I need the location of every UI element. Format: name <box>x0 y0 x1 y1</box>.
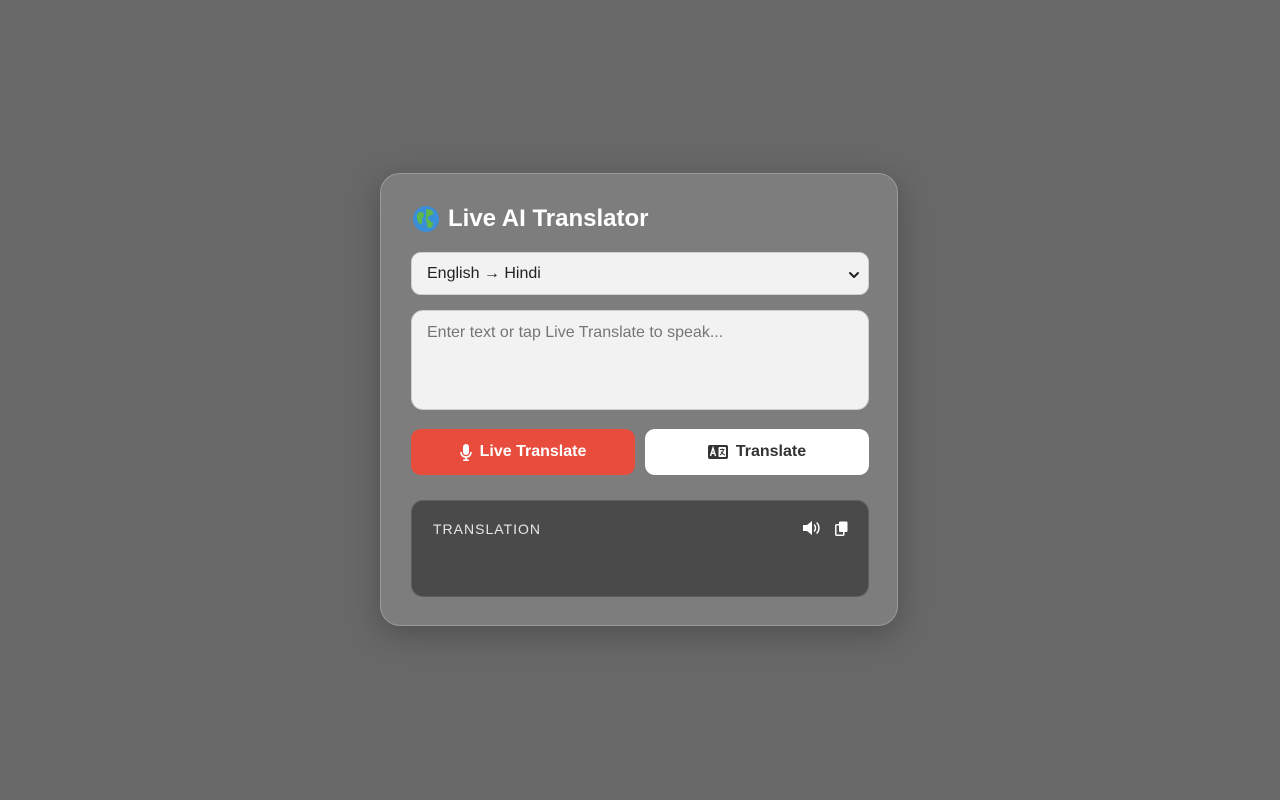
translate-button[interactable]: Translate <box>645 429 869 475</box>
text-input[interactable] <box>411 310 869 410</box>
language-select-value: English → Hindi <box>427 264 541 282</box>
translation-panel: TRANSLATION <box>411 500 869 597</box>
language-select[interactable]: English → Hindi <box>411 252 869 295</box>
translate-label: Translate <box>735 443 807 460</box>
live-translate-button[interactable]: Live Translate <box>411 429 635 475</box>
app-header: Live AI Translator <box>412 202 649 236</box>
microphone-icon <box>459 443 472 461</box>
language-icon <box>707 445 728 459</box>
copy-icon[interactable] <box>835 521 848 536</box>
page-title: Live AI Translator <box>448 205 649 232</box>
speaker-icon[interactable] <box>802 520 821 536</box>
globe-icon <box>412 205 440 233</box>
translator-card: Live AI Translator English → Hindi Live … <box>380 173 898 626</box>
live-translate-label: Live Translate <box>479 443 587 460</box>
translation-actions <box>802 520 848 536</box>
chevron-down-icon <box>848 268 860 280</box>
translation-label: TRANSLATION <box>433 521 541 537</box>
